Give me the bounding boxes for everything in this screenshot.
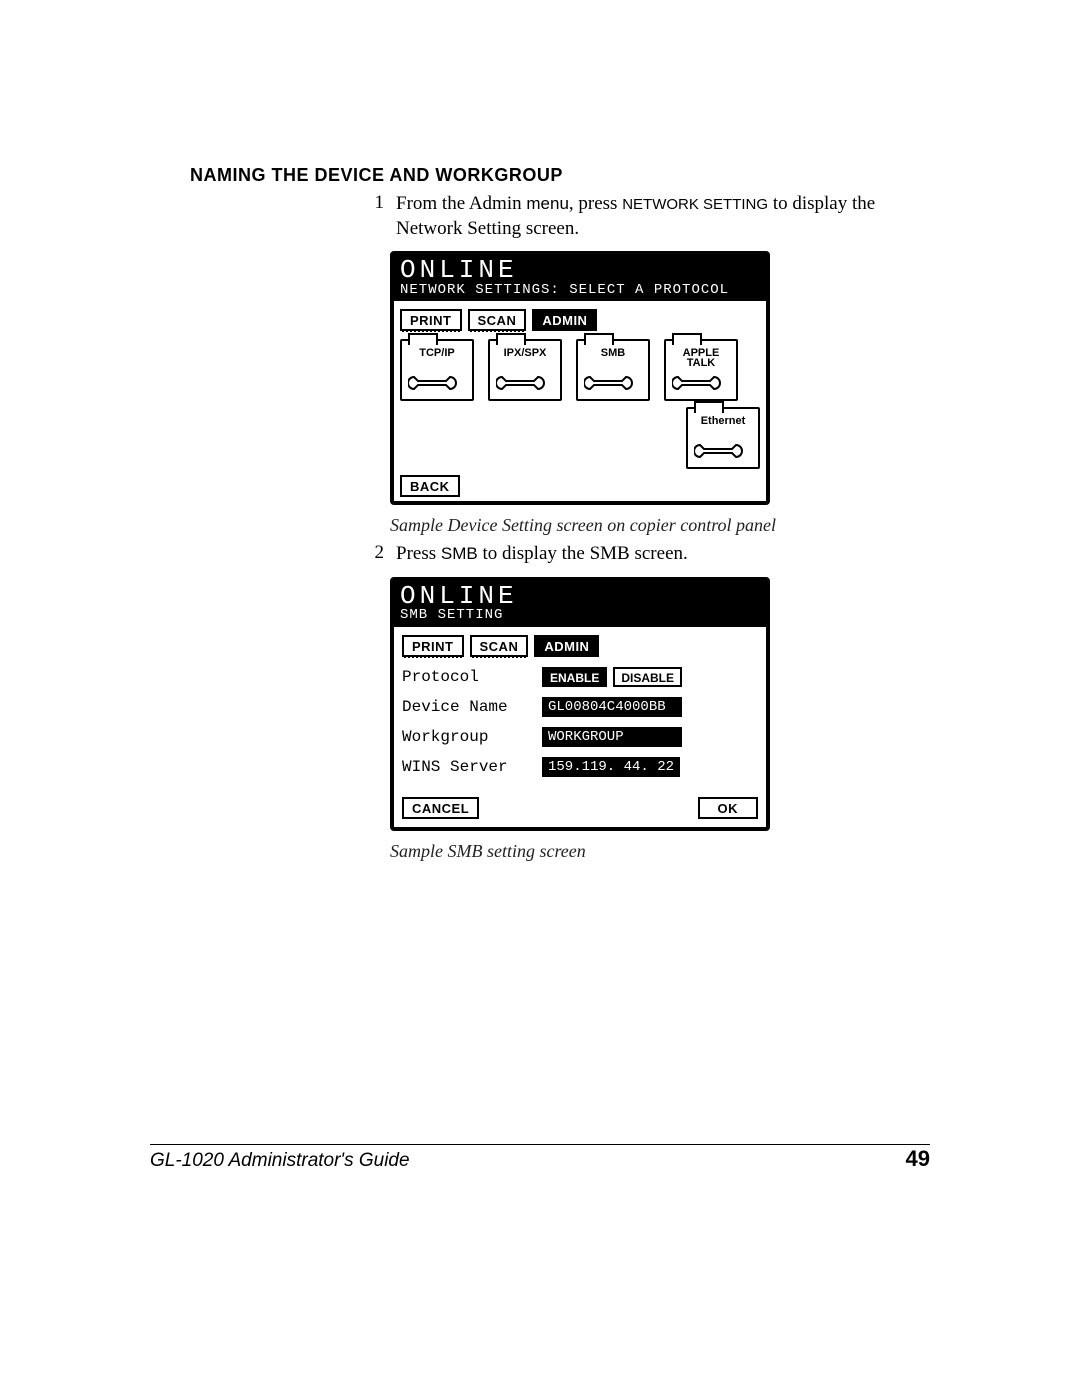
wrench-icon xyxy=(408,373,468,395)
device-name-field[interactable]: GL00804C4000BB xyxy=(542,697,682,717)
row-workgroup: Workgroup WORKGROUP xyxy=(402,725,758,749)
tab-print[interactable]: PRINT xyxy=(402,635,464,657)
step-pretext: From the Admin xyxy=(396,193,526,214)
folder-ipxspx[interactable]: IPX/SPX xyxy=(488,339,562,401)
panel-subtitle: NETWORK SETTINGS: SELECT A PROTOCOL xyxy=(400,283,760,298)
tab-row: PRINT SCAN ADMIN xyxy=(402,635,758,657)
step-setting-name: NETWORK SETTING xyxy=(622,196,768,213)
wins-server-field[interactable]: 159.119. 44. 22 xyxy=(542,757,680,777)
label-workgroup: Workgroup xyxy=(402,728,542,746)
step-smb-word: SMB xyxy=(441,544,478,563)
label-protocol: Protocol xyxy=(402,668,542,686)
step-number: 1 xyxy=(360,192,396,241)
section-heading: NAMING THE DEVICE AND WORKGROUP xyxy=(190,165,930,186)
folder-label: TCP/IP xyxy=(402,343,472,358)
cancel-button[interactable]: CANCEL xyxy=(402,797,479,819)
footer-book-title: GL-1020 Administrator's Guide xyxy=(150,1150,410,1172)
step-1: 1 From the Admin menu, press NETWORK SET… xyxy=(360,192,930,241)
tab-scan[interactable]: SCAN xyxy=(468,309,527,331)
step-menu-word: menu xyxy=(526,194,569,213)
protocol-disable-button[interactable]: DISABLE xyxy=(613,667,682,687)
step-number: 2 xyxy=(360,542,396,567)
wrench-icon xyxy=(584,373,644,395)
row-wins-server: WINS Server 159.119. 44. 22 xyxy=(402,755,758,779)
step-text: Press SMB to display the SMB screen. xyxy=(396,542,930,567)
row-protocol: Protocol ENABLE DISABLE xyxy=(402,665,758,689)
page-footer: GL-1020 Administrator's Guide 49 xyxy=(150,1146,930,1172)
folder-label: IPX/SPX xyxy=(490,343,560,358)
step-text: From the Admin menu, press NETWORK SETTI… xyxy=(396,192,930,241)
folder-row-1: TCP/IP IPX/SPX SMB APPLE TALK xyxy=(400,339,760,401)
panel-header: ONLINE NETWORK SETTINGS: SELECT A PROTOC… xyxy=(394,255,766,301)
figure-caption-1: Sample Device Setting screen on copier c… xyxy=(390,515,930,536)
footer-divider xyxy=(150,1144,930,1145)
folder-smb[interactable]: SMB xyxy=(576,339,650,401)
folder-label: SMB xyxy=(578,343,648,358)
tab-admin[interactable]: ADMIN xyxy=(532,309,597,331)
panel-header: ONLINE SMB SETTING xyxy=(394,581,766,627)
smb-setting-panel: ONLINE SMB SETTING PRINT SCAN ADMIN Prot… xyxy=(390,577,770,831)
tab-print[interactable]: PRINT xyxy=(400,309,462,331)
label-wins-server: WINS Server xyxy=(402,758,542,776)
wrench-icon xyxy=(496,373,556,395)
protocol-enable-button[interactable]: ENABLE xyxy=(542,667,607,687)
footer-page-number: 49 xyxy=(906,1146,930,1172)
back-button[interactable]: BACK xyxy=(400,475,460,497)
label-device-name: Device Name xyxy=(402,698,542,716)
folder-ethernet[interactable]: Ethernet xyxy=(686,407,760,469)
workgroup-field[interactable]: WORKGROUP xyxy=(542,727,682,747)
panel-title: ONLINE xyxy=(400,583,760,610)
folder-label: Ethernet xyxy=(688,411,758,426)
network-settings-panel: ONLINE NETWORK SETTINGS: SELECT A PROTOC… xyxy=(390,251,770,505)
ok-button[interactable]: OK xyxy=(698,797,759,819)
folder-label: APPLE TALK xyxy=(666,343,736,368)
folder-row-2: Ethernet xyxy=(400,407,760,469)
tab-admin[interactable]: ADMIN xyxy=(534,635,599,657)
tab-row: PRINT SCAN ADMIN xyxy=(400,309,760,331)
tab-scan[interactable]: SCAN xyxy=(470,635,529,657)
folder-tcpip[interactable]: TCP/IP xyxy=(400,339,474,401)
figure-caption-2: Sample SMB setting screen xyxy=(390,841,930,862)
step-2: 2 Press SMB to display the SMB screen. xyxy=(360,542,930,567)
step-pretext: Press xyxy=(396,543,441,564)
panel-title: ONLINE xyxy=(400,257,760,284)
row-device-name: Device Name GL00804C4000BB xyxy=(402,695,758,719)
step-midtext: , press xyxy=(569,193,622,214)
panel-subtitle: SMB SETTING xyxy=(400,608,760,623)
wrench-icon xyxy=(694,441,754,463)
folder-appletalk[interactable]: APPLE TALK xyxy=(664,339,738,401)
step-posttext: to display the SMB screen. xyxy=(478,543,688,564)
wrench-icon xyxy=(672,373,732,395)
